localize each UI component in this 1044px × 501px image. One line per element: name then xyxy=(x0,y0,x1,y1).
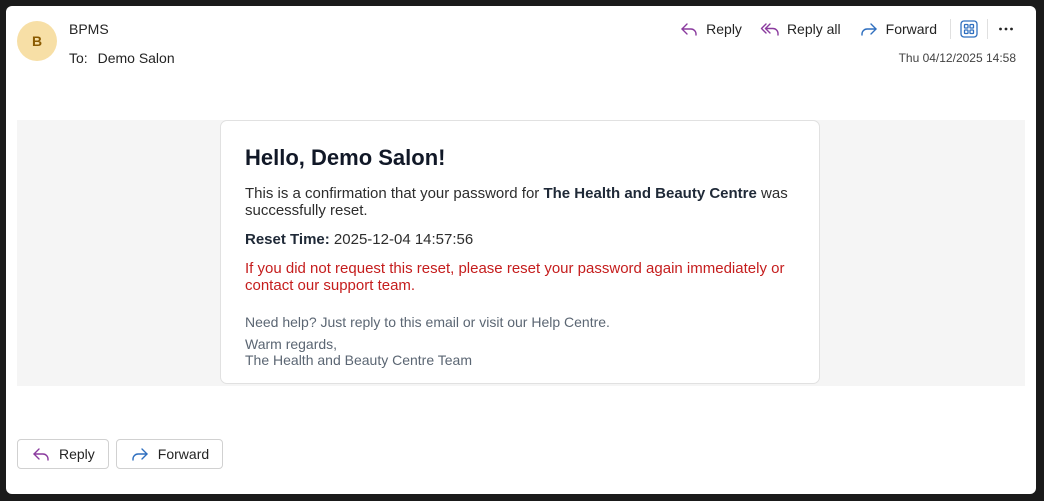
footer-forward-button[interactable]: Forward xyxy=(115,439,224,469)
forward-icon xyxy=(860,23,877,36)
signoff: Warm regards, The Health and Beauty Cent… xyxy=(245,336,795,368)
forward-icon xyxy=(132,448,148,461)
security-warning: If you did not request this reset, pleas… xyxy=(245,260,785,294)
reply-all-label: Reply all xyxy=(786,21,841,37)
toolbar-divider xyxy=(950,19,951,39)
footer-forward-label: Forward xyxy=(157,446,210,462)
toolbar-divider xyxy=(987,19,988,39)
email-body-background: Hello, Demo Salon! This is a confirmatio… xyxy=(17,120,1025,386)
to-label: To: xyxy=(69,50,88,66)
email-greeting: Hello, Demo Salon! xyxy=(245,145,446,170)
footer-actions: Reply Forward xyxy=(17,439,224,469)
footer-reply-button[interactable]: Reply xyxy=(17,439,109,469)
apps-button[interactable] xyxy=(955,16,983,42)
apps-grid-icon xyxy=(960,20,978,38)
received-date: Thu 04/12/2025 14:58 xyxy=(898,51,1016,65)
more-icon xyxy=(999,27,1013,31)
reply-button[interactable]: Reply xyxy=(670,16,751,42)
intro-text: This is a confirmation that your passwor… xyxy=(245,185,544,202)
reset-time-value: 2025-12-04 14:57:56 xyxy=(329,231,474,248)
sender-avatar[interactable]: B xyxy=(17,21,57,61)
reset-time-line: Reset Time: 2025-12-04 14:57:56 xyxy=(245,231,795,248)
message-toolbar: Reply Reply all Forward xyxy=(670,16,1020,42)
reply-all-icon xyxy=(760,23,779,36)
recipient-line: To: Demo Salon xyxy=(69,50,175,66)
regards-text: Warm regards, xyxy=(245,336,338,352)
forward-button[interactable]: Forward xyxy=(850,16,946,42)
business-name: The Health and Beauty Centre xyxy=(543,185,757,202)
sender-name[interactable]: BPMS xyxy=(69,21,109,37)
footer-reply-label: Reply xyxy=(59,446,95,462)
reply-label: Reply xyxy=(706,21,742,37)
forward-label: Forward xyxy=(885,21,937,37)
help-text: Need help? Just reply to this email or v… xyxy=(245,314,610,330)
reset-time-label: Reset Time: xyxy=(245,231,330,248)
more-actions-button[interactable] xyxy=(992,16,1020,42)
reply-all-button[interactable]: Reply all xyxy=(751,16,850,42)
recipient-name[interactable]: Demo Salon xyxy=(98,50,175,66)
confirmation-paragraph: This is a confirmation that your passwor… xyxy=(245,185,795,219)
signature-text: The Health and Beauty Centre Team xyxy=(245,352,472,368)
email-card: Hello, Demo Salon! This is a confirmatio… xyxy=(220,120,820,384)
email-reading-pane: B BPMS To: Demo Salon Reply Reply all Fo… xyxy=(6,6,1036,494)
avatar-initial: B xyxy=(31,33,43,49)
reply-icon xyxy=(33,448,49,461)
reply-icon xyxy=(681,23,697,36)
